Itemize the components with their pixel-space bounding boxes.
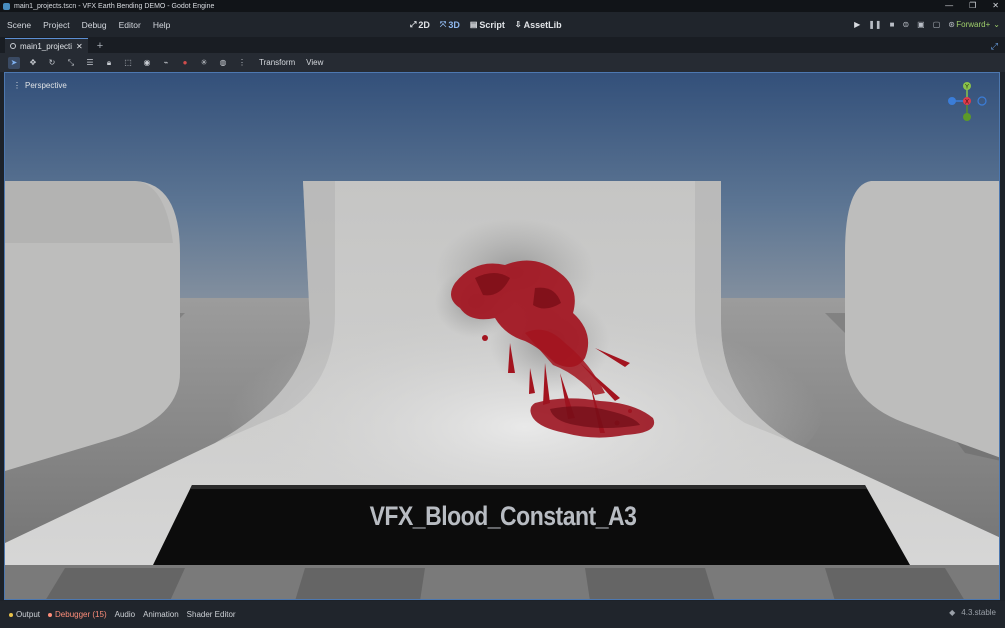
perspective-label: Perspective xyxy=(25,81,67,90)
shader-editor-label: Shader Editor xyxy=(186,610,236,619)
minimize-button[interactable]: — xyxy=(945,0,953,12)
perspective-menu[interactable]: ⋮ Perspective xyxy=(13,81,67,90)
view-menu[interactable]: View xyxy=(306,58,323,67)
group-icon[interactable]: ⬚ xyxy=(122,57,134,69)
version-label: 4.3.stable xyxy=(961,608,996,617)
banner-text: VFX_Blood_Constant_A3 xyxy=(369,500,637,531)
menu-project[interactable]: Project xyxy=(37,20,75,30)
movie-maker-icon[interactable]: ⊛ xyxy=(948,20,955,29)
main-menubar: Scene Project Debug Editor Help ⤢ 2D ⤧ 3… xyxy=(0,12,1005,37)
scene-tab-label: main1_projecti xyxy=(20,41,73,51)
bottom-tab-animation[interactable]: Animation xyxy=(143,610,179,619)
window-controls: — ❐ ✕ xyxy=(945,0,999,12)
list-select-icon[interactable]: ☰ xyxy=(84,57,96,69)
maximize-button[interactable]: ❐ xyxy=(969,0,976,12)
renderer-label: Forward+ xyxy=(956,20,991,29)
preview-sun-icon[interactable]: ● xyxy=(179,57,191,69)
workspace-switcher: ⤢ 2D ⤧ 3D ▤ Script ⇩ AssetLib xyxy=(410,12,562,37)
debugger-status-dot xyxy=(48,612,53,617)
close-tab-icon[interactable]: ✕ xyxy=(76,42,83,51)
play-icon[interactable]: ▶ xyxy=(854,20,860,29)
animation-label: Animation xyxy=(143,610,179,619)
environment-icon[interactable]: ◍ xyxy=(217,57,229,69)
workspace-assetlib-label: AssetLib xyxy=(523,19,562,30)
close-window-button[interactable]: ✕ xyxy=(992,0,999,12)
stop-icon[interactable]: ■ xyxy=(890,20,895,29)
viewport-menu-icon: ⋮ xyxy=(13,81,21,90)
run-controls: ▶ ❚❚ ■ ⊜ ▣ ▢ ⊛ xyxy=(854,12,955,37)
workspace-3d-label: 3D xyxy=(448,19,460,30)
script-icon: ▤ xyxy=(469,20,478,29)
workspace-2d-label: 2D xyxy=(418,19,430,30)
distraction-free-icon[interactable]: ⤢ xyxy=(991,41,998,52)
audio-label: Audio xyxy=(114,610,136,619)
rotate-tool-icon[interactable]: ↻ xyxy=(46,57,58,69)
workspace-script-label: Script xyxy=(479,19,505,30)
assetlib-icon: ⇩ xyxy=(514,20,522,29)
view-gizmo[interactable]: Y X xyxy=(947,77,997,123)
workspace-3d-button[interactable]: ⤧ 3D xyxy=(440,20,460,30)
workspace-script-button[interactable]: ▤ Script xyxy=(470,20,505,30)
play-scene-icon[interactable]: ▣ xyxy=(917,20,925,29)
sun-icon[interactable]: ✳ xyxy=(198,57,210,69)
renderer-selector[interactable]: Forward+ ⌄ xyxy=(956,12,1000,37)
window-titlebar: main1_projects.tscn - VFX Earth Bending … xyxy=(0,0,1005,12)
2d-icon: ⤢ xyxy=(410,19,417,29)
play-custom-scene-icon[interactable]: ▢ xyxy=(933,20,941,29)
bottom-panel-bar: Output Debugger (15) Audio Animation Sha… xyxy=(0,601,1005,628)
scale-tool-icon[interactable]: ⤡ xyxy=(65,57,77,69)
output-label: Output xyxy=(16,610,41,619)
gizmo-neg-y-handle[interactable] xyxy=(963,113,971,121)
lock-icon[interactable]: 🔒︎ xyxy=(103,57,115,69)
3d-icon: ⤧ xyxy=(439,19,447,29)
add-tab-icon[interactable]: + xyxy=(97,38,103,53)
local-space-icon[interactable]: ◉ xyxy=(141,57,153,69)
bottom-tab-output[interactable]: Output xyxy=(9,610,40,619)
more-options-icon[interactable]: ⋮ xyxy=(236,57,248,69)
bottom-tab-audio[interactable]: Audio xyxy=(115,610,135,619)
window-title: main1_projects.tscn - VFX Earth Bending … xyxy=(14,2,215,10)
version-info: ◆ 4.3.stable xyxy=(949,608,996,617)
godot-logo-icon xyxy=(3,2,10,10)
menu-help[interactable]: Help xyxy=(147,20,176,30)
remote-debug-icon[interactable]: ⊜ xyxy=(902,20,909,29)
scene-tabbar: main1_projecti ✕ + xyxy=(0,37,1005,53)
gizmo-z-handle[interactable] xyxy=(948,97,956,105)
3d-viewport[interactable]: ⋮ Perspective VFX_Blood_Constant_A3 Y X xyxy=(4,72,1000,600)
scene-tab[interactable]: main1_projecti ✕ xyxy=(5,38,88,53)
menu-editor[interactable]: Editor xyxy=(113,20,147,30)
select-tool-icon[interactable]: ➤ xyxy=(8,56,20,69)
viewport-toolbar: ➤ ✥ ↻ ⤡ ☰ 🔒︎ ⬚ ◉ ⌁ ● ✳ ◍ ⋮ Transform Vie… xyxy=(0,53,1005,72)
output-status-dot xyxy=(9,612,13,617)
workspace-assetlib-button[interactable]: ⇩ AssetLib xyxy=(515,20,562,30)
gizmo-x-label: X xyxy=(965,100,969,106)
gizmo-y-label: Y xyxy=(965,85,969,91)
workspace-2d-button[interactable]: ⤢ 2D xyxy=(410,20,430,30)
scene-node-icon xyxy=(10,43,16,49)
gizmo-neg-z-handle[interactable] xyxy=(977,96,987,106)
bottom-tab-debugger[interactable]: Debugger (15) xyxy=(48,610,107,619)
debugger-label: Debugger (15) xyxy=(55,610,107,619)
move-tool-icon[interactable]: ✥ xyxy=(27,57,39,69)
pause-icon[interactable]: ❚❚ xyxy=(868,20,881,29)
update-spinner-icon[interactable]: ◆ xyxy=(949,608,955,617)
snap-icon[interactable]: ⌁ xyxy=(160,57,172,69)
chevron-down-icon: ⌄ xyxy=(993,20,1000,29)
transform-menu[interactable]: Transform xyxy=(259,58,295,67)
menu-debug[interactable]: Debug xyxy=(76,20,113,30)
bottom-tab-shader-editor[interactable]: Shader Editor xyxy=(187,610,236,619)
menu-scene[interactable]: Scene xyxy=(0,20,37,30)
